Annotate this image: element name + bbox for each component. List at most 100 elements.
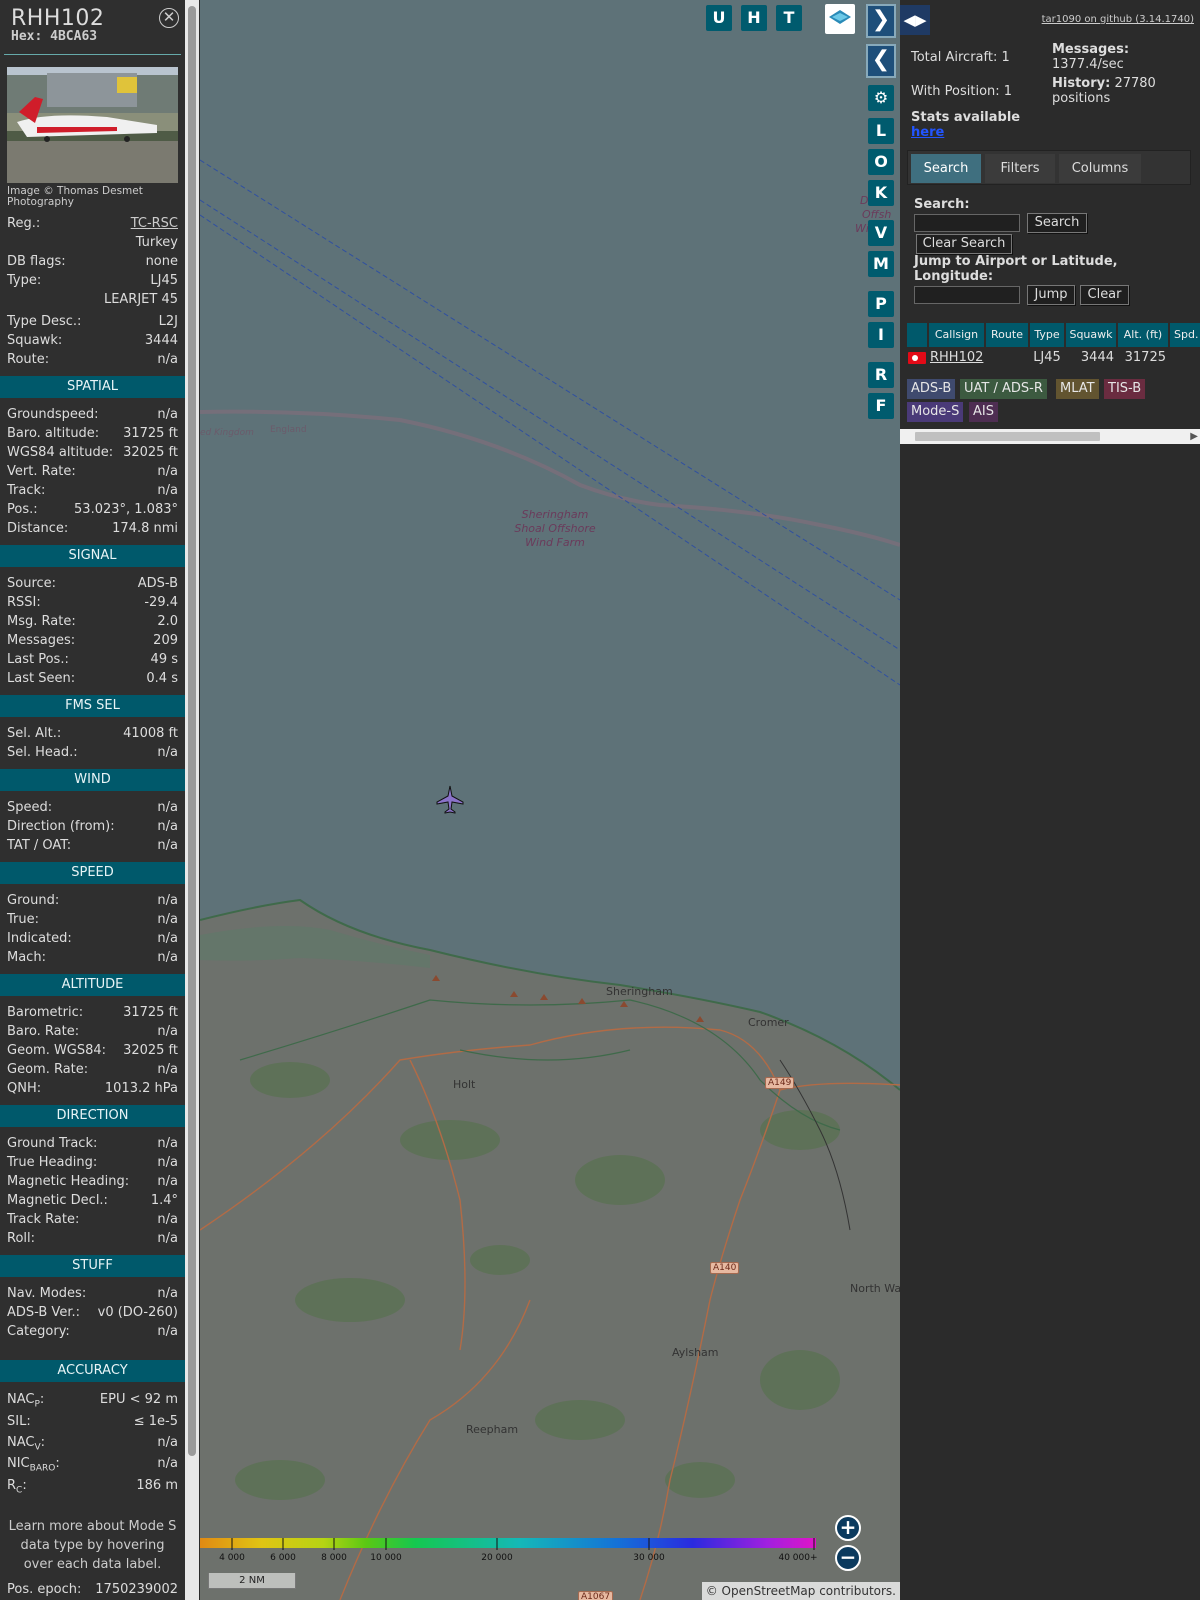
legend-tisb[interactable]: TIS-B <box>1104 379 1146 399</box>
map-button-m[interactable]: M <box>868 251 894 277</box>
stuff-label[interactable]: Nav. Modes: <box>7 1284 86 1303</box>
clear-button[interactable]: Clear <box>1080 285 1129 305</box>
map-button-u[interactable]: U <box>706 5 732 31</box>
search-button[interactable]: Search <box>1027 213 1087 233</box>
map-button-i[interactable]: I <box>868 322 894 348</box>
spatial-label[interactable]: Groundspeed: <box>7 405 98 424</box>
aircraft-photo[interactable] <box>7 67 178 183</box>
chevron-left-icon[interactable]: ❮ <box>866 44 896 78</box>
altitude-label[interactable]: QNH: <box>7 1079 41 1098</box>
scrollbar-thumb[interactable] <box>188 6 196 1456</box>
map-button-t[interactable]: T <box>776 5 802 31</box>
altitude-label[interactable]: Geom. WGS84: <box>7 1041 106 1060</box>
direction-label[interactable]: True Heading: <box>7 1153 97 1172</box>
search-input[interactable] <box>914 214 1020 232</box>
gear-icon[interactable]: ⚙ <box>868 85 894 111</box>
direction-label[interactable]: Magnetic Decl.: <box>7 1191 108 1210</box>
map-button-h[interactable]: H <box>741 5 767 31</box>
direction-label[interactable]: Roll: <box>7 1229 35 1248</box>
spatial-label[interactable]: Baro. altitude: <box>7 424 99 443</box>
speed-label[interactable]: Ground: <box>7 891 59 910</box>
clear-search-button[interactable]: Clear Search <box>916 234 1012 254</box>
colorbar-label-30000: 30 000 <box>633 1553 665 1563</box>
table-header-squawk[interactable]: Squawk <box>1066 323 1116 347</box>
table-header-type[interactable]: Type <box>1030 323 1064 347</box>
scroll-right-icon[interactable]: ▶ <box>1190 429 1198 444</box>
legend-uat[interactable]: UAT / ADS-R <box>960 379 1047 399</box>
toggle-sidebar-icon[interactable]: ◀▶ <box>900 5 930 35</box>
wind-label[interactable]: Direction (from): <box>7 817 115 836</box>
nic-label[interactable]: NICBARO: <box>7 1453 60 1475</box>
signal-label[interactable]: Msg. Rate: <box>7 612 76 631</box>
legend-ais[interactable]: AIS <box>969 402 998 422</box>
map-button-v[interactable]: V <box>868 220 894 246</box>
altitude-row: Geom. Rate: n/a <box>0 1060 185 1079</box>
tab-columns[interactable]: Columns <box>1059 154 1141 183</box>
jump-button[interactable]: Jump <box>1027 285 1075 305</box>
map-button-l[interactable]: L <box>868 118 894 144</box>
sil-label[interactable]: SIL: <box>7 1411 31 1433</box>
legend-mlat[interactable]: MLAT <box>1056 379 1099 399</box>
zoom-in-icon[interactable]: + <box>835 1515 861 1541</box>
wind-label[interactable]: Speed: <box>7 798 52 817</box>
reg-link[interactable]: TC-RSC <box>131 214 178 233</box>
spatial-label[interactable]: WGS84 altitude: <box>7 443 113 462</box>
rc-label[interactable]: RC: <box>7 1475 27 1497</box>
map-view[interactable]: ed Kingdom England Sheringham Shoal Offs… <box>200 0 900 1600</box>
fms-label[interactable]: Sel. Alt.: <box>7 724 61 743</box>
fms-label[interactable]: Sel. Head.: <box>7 743 78 762</box>
spatial-label[interactable]: Track: <box>7 481 45 500</box>
table-horizontal-scrollbar[interactable]: ▶ <box>900 429 1200 444</box>
close-icon[interactable]: ✕ <box>159 8 179 28</box>
direction-label[interactable]: Track Rate: <box>7 1210 79 1229</box>
altitude-label[interactable]: Geom. Rate: <box>7 1060 88 1079</box>
map-button-p[interactable]: P <box>868 291 894 317</box>
zoom-out-icon[interactable]: − <box>835 1545 861 1571</box>
wind-list: Speed: n/a Direction (from): n/a TAT / OAT: n… <box>0 798 185 855</box>
map-attribution[interactable]: © OpenStreetMap contributors. <box>701 1582 900 1600</box>
signal-label[interactable]: Messages: <box>7 631 75 650</box>
horizontal-scrollbar-thumb[interactable] <box>915 432 1100 441</box>
map-button-f[interactable]: F <box>868 393 894 419</box>
tab-filters[interactable]: Filters <box>985 154 1055 183</box>
legend-adsb[interactable]: ADS-B <box>907 379 956 399</box>
github-link[interactable]: tar1090 on github (3.14.1740) <box>1042 14 1194 25</box>
signal-label[interactable]: Last Seen: <box>7 669 75 688</box>
tab-search[interactable]: Search <box>911 154 981 183</box>
jump-input[interactable] <box>914 286 1020 304</box>
map-button-o[interactable]: O <box>868 149 894 175</box>
info-panel-scrollbar[interactable] <box>185 0 199 1600</box>
stats-here-link[interactable]: here <box>911 125 1020 140</box>
table-header-callsign[interactable]: Callsign <box>929 323 984 347</box>
layers-icon[interactable] <box>825 4 855 34</box>
spatial-label[interactable]: Vert. Rate: <box>7 462 76 481</box>
map-button-r[interactable]: R <box>868 362 894 388</box>
table-header-altitude[interactable]: Alt. (ft) <box>1118 323 1168 347</box>
direction-label[interactable]: Magnetic Heading: <box>7 1172 129 1191</box>
nacv-label[interactable]: NACV: <box>7 1433 45 1453</box>
table-cell-callsign[interactable]: RHH102 <box>930 347 985 368</box>
speed-label[interactable]: True: <box>7 910 39 929</box>
chevron-right-icon[interactable]: ❯ <box>866 4 896 38</box>
type-name-row: LEARJET 45 <box>0 290 185 309</box>
altitude-label[interactable]: Baro. Rate: <box>7 1022 79 1041</box>
speed-label[interactable]: Mach: <box>7 948 46 967</box>
spatial-label[interactable]: Distance: <box>7 519 68 538</box>
signal-label[interactable]: Source: <box>7 574 56 593</box>
signal-label[interactable]: RSSI: <box>7 593 41 612</box>
stuff-label[interactable]: Category: <box>7 1322 70 1341</box>
signal-label[interactable]: Last Pos.: <box>7 650 69 669</box>
spatial-label[interactable]: Pos.: <box>7 500 38 519</box>
nacp-label[interactable]: NACP: <box>7 1389 44 1411</box>
stuff-label[interactable]: ADS-B Ver.: <box>7 1303 80 1322</box>
speed-label[interactable]: Indicated: <box>7 929 72 948</box>
wind-label[interactable]: TAT / OAT: <box>7 836 71 855</box>
legend-modes[interactable]: Mode-S <box>907 402 964 422</box>
map-button-k[interactable]: K <box>868 180 894 206</box>
spatial-row: Pos.: 53.023°, 1.083° <box>0 500 185 519</box>
altitude-label[interactable]: Barometric: <box>7 1003 83 1022</box>
map-label-england: England <box>270 425 307 435</box>
direction-label[interactable]: Ground Track: <box>7 1134 97 1153</box>
table-header-speed[interactable]: Spd. <box>1170 323 1200 347</box>
table-header-route[interactable]: Route <box>986 323 1028 347</box>
